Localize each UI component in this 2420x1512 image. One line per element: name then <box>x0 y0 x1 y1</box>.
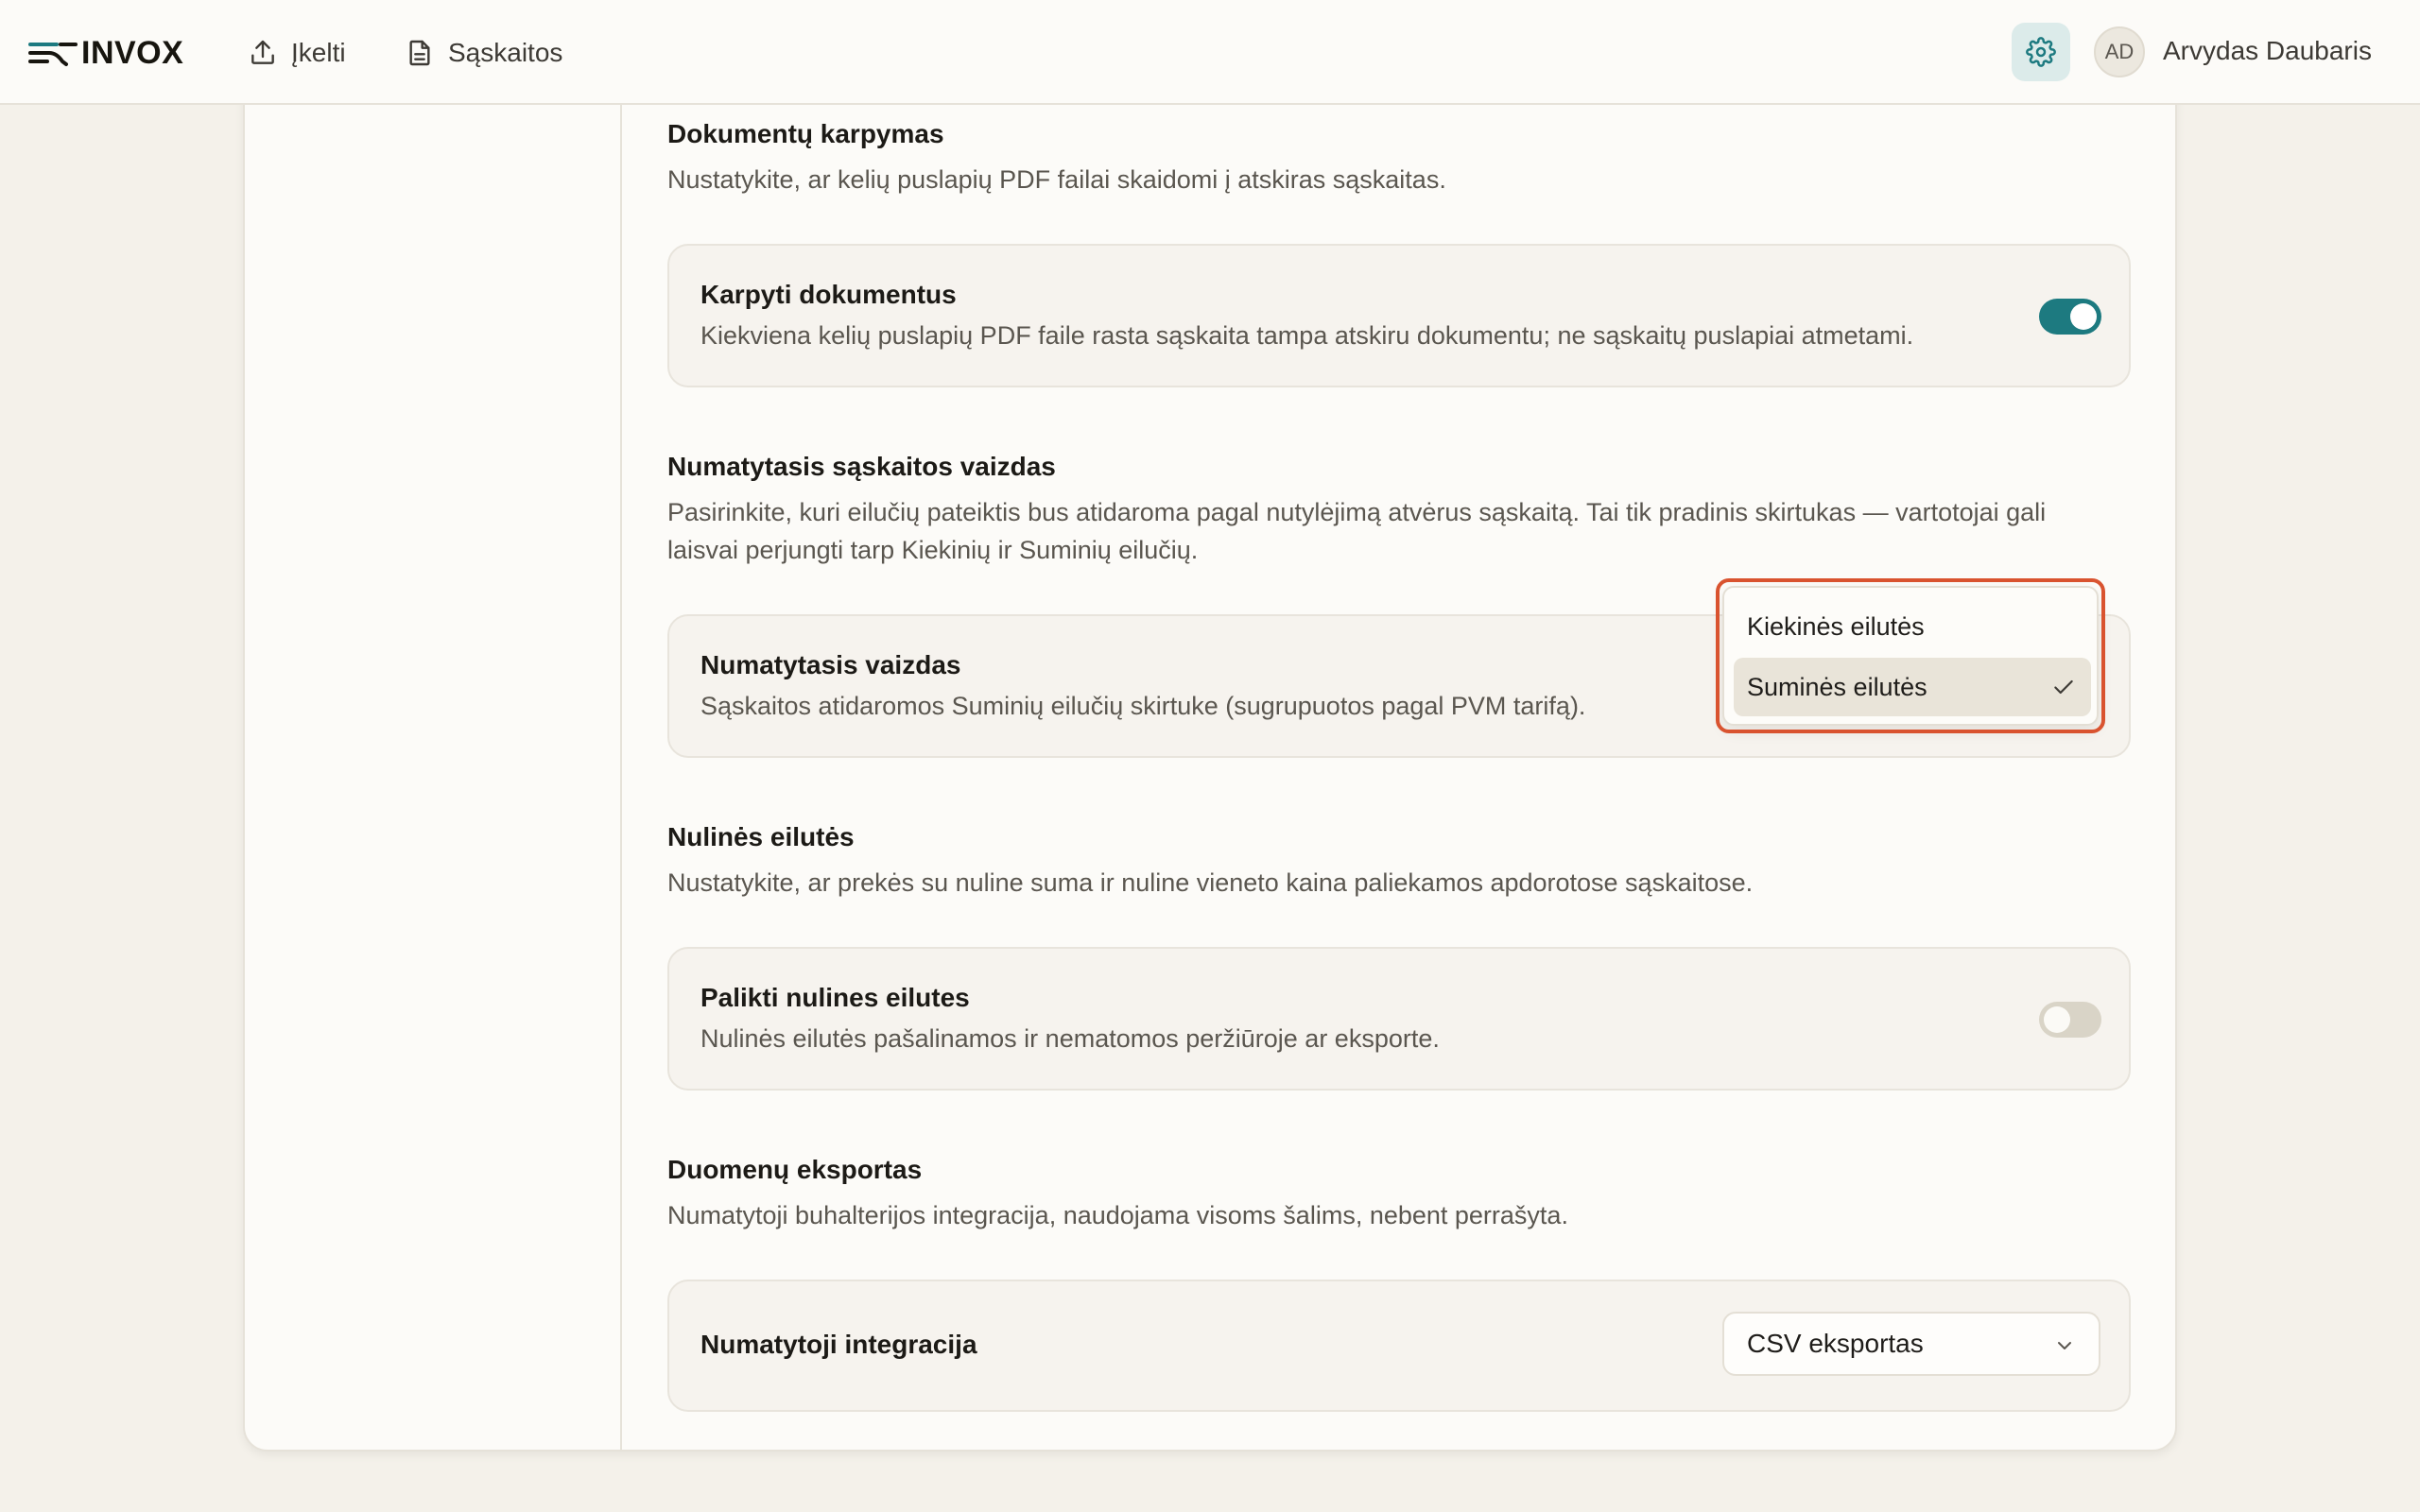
setting-card-export: Numatytoji integracija CSV eksportas <box>667 1280 2131 1412</box>
app-logo[interactable]: INVOX <box>28 28 183 77</box>
settings-button[interactable] <box>2012 23 2070 81</box>
top-bar: INVOX Įkelti Sąskaitos AD Arvydas Daubar… <box>0 0 2420 105</box>
integration-select-value: CSV eksportas <box>1747 1329 1924 1358</box>
setting-title-default-view: Numatytasis vaizdas <box>700 650 961 679</box>
setting-title-zero-lines: Palikti nulines eilutes <box>700 983 970 1012</box>
dropdown-focus-highlight <box>1716 578 2105 733</box>
invox-logo-icon <box>28 43 78 66</box>
section-title-splitting: Dokumentų karpymas <box>667 119 944 148</box>
upload-icon <box>251 40 274 64</box>
gear-icon <box>2026 37 2056 67</box>
setting-desc-default-view: Sąskaitos atidaromos Suminių eilučių ski… <box>700 692 1586 720</box>
user-name[interactable]: Arvydas Daubaris <box>2163 36 2372 66</box>
app-name: INVOX <box>81 34 184 71</box>
split-documents-toggle[interactable] <box>2039 299 2101 335</box>
keep-zero-lines-toggle[interactable] <box>2039 1002 2101 1038</box>
setting-title-splitting: Karpyti dokumentus <box>700 280 957 309</box>
setting-card-zero-lines: Palikti nulines eilutes Nulinės eilutės … <box>667 947 2131 1091</box>
toggle-knob <box>2044 1006 2070 1033</box>
section-title-export: Duomenų eksportas <box>667 1155 923 1184</box>
section-title-zero-lines: Nulinės eilutės <box>667 822 855 851</box>
setting-desc-splitting: Kiekviena kelių puslapių PDF faile rasta… <box>700 321 1914 350</box>
section-title-default-view: Numatytasis sąskaitos vaizdas <box>667 452 1056 481</box>
document-icon <box>409 40 430 66</box>
nav-upload-label: Įkelti <box>291 38 346 67</box>
setting-desc-zero-lines: Nulinės eilutės pašalinamos ir nematomos… <box>700 1024 1440 1053</box>
nav-invoices[interactable]: Sąskaitos <box>405 28 562 77</box>
section-desc-default-view: Pasirinkite, kuri eilučių pateiktis bus … <box>667 498 2047 564</box>
setting-card-splitting: Karpyti dokumentus Kiekviena kelių pusla… <box>667 244 2131 387</box>
panel-divider <box>620 104 622 1450</box>
section-desc-export: Numatytoji buhalterijos integracija, nau… <box>667 1201 1568 1229</box>
avatar-initials: AD <box>2104 40 2135 63</box>
section-desc-splitting: Nustatykite, ar kelių puslapių PDF faila… <box>667 165 1446 194</box>
chevron-down-icon <box>2058 1342 2071 1349</box>
toggle-knob <box>2070 303 2097 330</box>
section-desc-zero-lines: Nustatykite, ar prekės su nuline suma ir… <box>667 868 1754 897</box>
avatar[interactable]: AD <box>2094 26 2145 77</box>
nav-invoices-label: Sąskaitos <box>448 38 563 67</box>
nav-upload[interactable]: Įkelti <box>248 28 346 77</box>
setting-title-export: Numatytoji integracija <box>700 1330 977 1359</box>
integration-select[interactable]: CSV eksportas <box>1722 1312 2100 1376</box>
